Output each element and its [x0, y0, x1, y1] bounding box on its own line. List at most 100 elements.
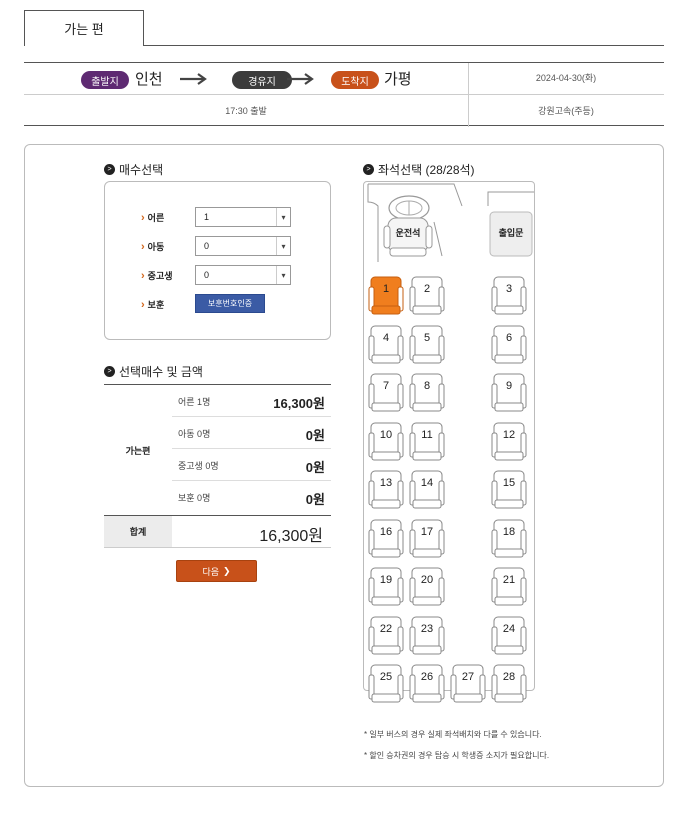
seat-number: 14	[420, 477, 434, 489]
seat-number: 1	[382, 283, 390, 295]
seat-number: 11	[421, 428, 433, 441]
count-section-title: > 매수선택	[104, 161, 163, 178]
seat-20[interactable]: 20	[409, 566, 447, 610]
seat-6[interactable]: 6	[491, 324, 529, 368]
seat-icon	[368, 373, 404, 412]
seat-25[interactable]: 25	[368, 663, 406, 707]
seat-icon	[450, 664, 486, 703]
seat-12[interactable]: 12	[491, 421, 529, 465]
price-row: 어른 1명 16,300원	[172, 385, 331, 417]
seat-icon	[491, 373, 527, 412]
seat-17[interactable]: 17	[409, 518, 447, 562]
seat-number: 17	[420, 525, 434, 538]
seat-28[interactable]: 28	[491, 663, 529, 707]
adult-label: 어른	[141, 211, 165, 224]
tab-outbound[interactable]: 가는 편	[24, 10, 144, 46]
seat-13[interactable]: 13	[368, 469, 406, 513]
total-value: 16,300원	[259, 528, 323, 545]
seat-icon	[491, 470, 527, 509]
price-row-value: 16,300원	[273, 396, 325, 411]
seat-23[interactable]: 23	[409, 615, 447, 659]
seat-icon	[368, 664, 404, 703]
seat-2[interactable]: 2	[409, 275, 447, 319]
departure-date: 2024-04-30(화)	[535, 73, 597, 83]
tab-outbound-label: 가는 편	[64, 22, 104, 37]
steering-wheel-icon	[388, 195, 430, 221]
seat-18[interactable]: 18	[491, 518, 529, 562]
seat-icon	[368, 567, 404, 606]
seat-21[interactable]: 21	[491, 566, 529, 610]
price-row: 아동 0명 0원	[172, 417, 331, 449]
seat-icon	[409, 422, 445, 460]
seat-number: 7	[382, 380, 390, 392]
arrival-city: 가평	[384, 71, 412, 88]
seat-number: 6	[505, 331, 513, 344]
price-row-label: 아동 0명	[178, 429, 211, 439]
seat-14[interactable]: 14	[409, 469, 447, 513]
seat-note: * 일부 버스의 경우 실제 좌석배치와 다를 수 있습니다.	[364, 730, 542, 739]
price-section-title: > 선택매수 및 금액	[104, 363, 203, 380]
seat-5[interactable]: 5	[409, 324, 447, 368]
via-badge: 경유지	[232, 71, 292, 89]
veteran-row: 보훈 보훈번호인증	[105, 294, 330, 316]
bus-company: 강원고속(주등)	[538, 106, 594, 116]
chevron-down-icon: ▾	[276, 208, 290, 226]
price-row-value: 0원	[305, 492, 325, 507]
student-count-value: 0	[204, 270, 210, 280]
seat-1[interactable]: 1	[368, 275, 406, 319]
price-row: 중고생 0명 0원	[172, 449, 331, 481]
seat-section-title: > 좌석선택 (28/28석)	[363, 161, 475, 178]
chevron-right-circle-icon: >	[104, 164, 115, 175]
seat-19[interactable]: 19	[368, 566, 406, 610]
veteran-verify-button[interactable]: 보훈번호인증	[195, 294, 265, 313]
seat-number: 24	[502, 622, 516, 635]
seat-number: 5	[423, 331, 431, 344]
chevron-right-circle-icon: >	[363, 164, 374, 175]
adult-row: 어른 1▾	[105, 207, 330, 229]
seat-15[interactable]: 15	[491, 469, 529, 513]
bus-seat-map: 운전석 출입문 1 2 3 4 5 6 7 8 9 10 11 12 13 14 15 16 17 18 19 20 2…	[363, 181, 535, 703]
seat-22[interactable]: 22	[368, 615, 406, 659]
seat-16[interactable]: 16	[368, 518, 406, 562]
next-button[interactable]: 다음 ❯	[176, 560, 257, 582]
seat-24[interactable]: 24	[491, 615, 529, 659]
seat-number: 21	[502, 574, 516, 586]
seat-icon	[368, 325, 404, 363]
seat-10[interactable]: 10	[368, 421, 406, 465]
seat-number: 9	[505, 380, 513, 392]
booking-panel: > 매수선택 어른 1▾ 아동 0▾ 중고생 0▾ 보훈 보훈번호인증 > 선택…	[24, 144, 664, 787]
chevron-down-icon: ▾	[276, 266, 290, 284]
child-count-value: 0	[204, 241, 210, 251]
seat-3[interactable]: 3	[491, 275, 529, 319]
departure-time: 17:30 출발	[225, 106, 267, 116]
child-row: 아동 0▾	[105, 236, 330, 258]
student-count-select[interactable]: 0 ▾	[195, 265, 291, 285]
student-row: 중고생 0▾	[105, 265, 330, 287]
seat-number: 18	[502, 525, 516, 538]
seat-11[interactable]: 11	[409, 421, 447, 465]
seat-26[interactable]: 26	[409, 663, 447, 707]
seat-27[interactable]: 27	[450, 663, 488, 707]
child-count-select[interactable]: 0 ▾	[195, 236, 291, 256]
seat-4[interactable]: 4	[368, 324, 406, 368]
count-section-title-text: 매수선택	[119, 163, 164, 177]
adult-count-select[interactable]: 1 ▾	[195, 207, 291, 227]
veteran-label: 보훈	[141, 298, 165, 311]
seat-icon	[491, 325, 527, 363]
arrow-right-icon	[180, 73, 207, 85]
seat-8[interactable]: 8	[409, 372, 447, 416]
direction-label: 가는편	[125, 445, 151, 456]
price-row-label: 중고생 0명	[178, 461, 219, 471]
seat-7[interactable]: 7	[368, 372, 406, 416]
seat-number: 12	[502, 428, 516, 441]
seat-9[interactable]: 9	[491, 372, 529, 416]
price-row-label: 어른 1명	[178, 397, 211, 407]
chevron-right-circle-icon: >	[104, 366, 115, 377]
chevron-down-icon: ▾	[276, 237, 290, 255]
seat-icon	[368, 276, 404, 315]
seat-icon	[491, 616, 527, 654]
seat-number: 10	[379, 428, 393, 441]
price-table: 가는편 어른 1명 16,300원 아동 0명 0원 중고생 0명 0원 보훈 …	[104, 384, 331, 548]
seat-section-title-text: 좌석선택 (28/28석)	[378, 163, 475, 177]
seat-icon	[409, 567, 445, 606]
